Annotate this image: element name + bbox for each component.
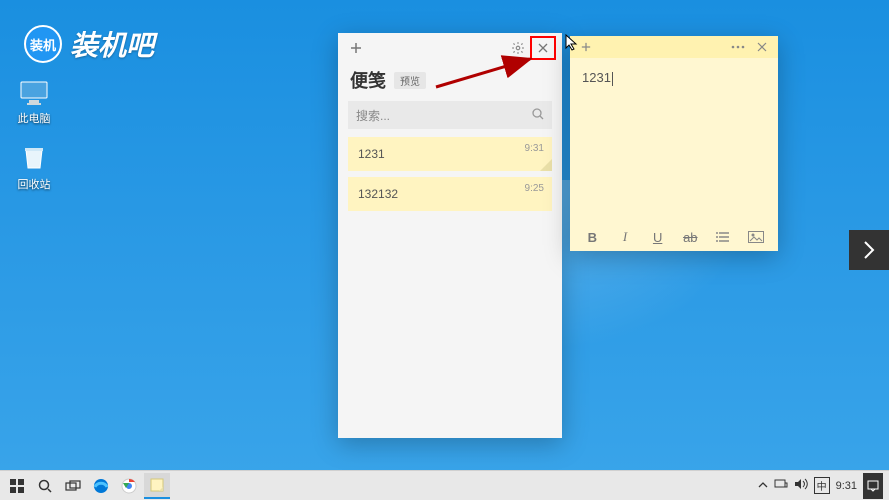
- taskbar-app-edge[interactable]: [88, 473, 114, 499]
- desktop-icon-label: 回收站: [18, 179, 51, 191]
- recycle-bin-icon: [20, 144, 48, 172]
- desktop: 装机 装机吧 此电脑 回收站 便笺 预览: [0, 0, 889, 500]
- more-menu-button[interactable]: [726, 35, 750, 59]
- gear-icon: [511, 41, 525, 55]
- note-list-item[interactable]: 9:31 1231: [348, 137, 552, 171]
- note-time: 9:25: [525, 183, 544, 194]
- sticky-editor-titlebar: [570, 36, 778, 58]
- sticky-list-titlebar: [338, 33, 562, 63]
- edge-icon: [93, 478, 109, 494]
- action-center-button[interactable]: [863, 473, 883, 499]
- note-fold-icon: [540, 159, 552, 171]
- sticky-list-title: 便笺: [350, 67, 386, 93]
- sticky-notes-icon: [150, 478, 164, 492]
- underline-button[interactable]: U: [647, 227, 669, 247]
- brand-badge: 装机: [24, 25, 62, 63]
- more-icon: [731, 45, 745, 49]
- chevron-right-icon: [862, 240, 876, 260]
- brand-text: 装机吧: [70, 24, 154, 64]
- new-note-button[interactable]: [344, 36, 368, 60]
- search-icon: [532, 108, 544, 123]
- notification-icon: [867, 480, 879, 492]
- taskbar-app-chrome[interactable]: [116, 473, 142, 499]
- task-view-icon: [65, 480, 81, 492]
- note-text: 132132: [358, 187, 398, 201]
- close-icon: [538, 43, 548, 53]
- note-list-item[interactable]: 9:25 132132: [348, 177, 552, 211]
- tray-clock[interactable]: 9:31: [836, 480, 857, 492]
- format-toolbar: B I U ab: [570, 223, 778, 251]
- search-icon: [38, 479, 52, 493]
- plus-icon: [350, 42, 362, 54]
- desktop-icon-recycle-bin[interactable]: 回收站: [14, 144, 54, 192]
- bold-button[interactable]: B: [581, 227, 603, 247]
- strikethrough-button[interactable]: ab: [679, 227, 701, 247]
- desktop-icon-this-pc[interactable]: 此电脑: [14, 80, 54, 126]
- tray-network-icon[interactable]: [774, 478, 788, 493]
- start-button[interactable]: [4, 473, 30, 499]
- taskbar: 中 9:31: [0, 470, 889, 500]
- list-icon: [716, 231, 730, 243]
- search-placeholder: 搜索...: [356, 107, 390, 124]
- tray-chevron-icon[interactable]: [758, 480, 768, 492]
- tray-volume-icon[interactable]: [794, 478, 808, 493]
- desktop-icon-label: 此电脑: [18, 113, 51, 125]
- new-note-button[interactable]: [574, 35, 598, 59]
- search-input[interactable]: 搜索...: [348, 101, 552, 129]
- brand-logo: 装机 装机吧: [24, 24, 154, 64]
- next-slide-button[interactable]: [849, 230, 889, 270]
- windows-icon: [10, 479, 24, 493]
- close-icon: [757, 42, 767, 52]
- this-pc-icon: [19, 80, 49, 106]
- note-content: 1231: [582, 70, 611, 85]
- sticky-note-editor-window: 1231 B I U ab: [570, 36, 778, 251]
- note-editor-textarea[interactable]: 1231: [570, 58, 778, 223]
- search-button[interactable]: [32, 473, 58, 499]
- preview-chip: 预览: [394, 72, 426, 89]
- image-button[interactable]: [745, 227, 767, 247]
- taskbar-app-sticky-notes[interactable]: [144, 473, 170, 499]
- settings-button[interactable]: [506, 36, 530, 60]
- task-view-button[interactable]: [60, 473, 86, 499]
- plus-icon: [581, 42, 591, 52]
- note-text: 1231: [358, 147, 385, 161]
- close-button[interactable]: [750, 35, 774, 59]
- list-button[interactable]: [712, 227, 734, 247]
- text-caret: [612, 72, 613, 86]
- chrome-icon: [121, 478, 137, 494]
- image-icon: [748, 231, 764, 243]
- tray-ime-icon[interactable]: 中: [814, 477, 830, 494]
- italic-button[interactable]: I: [614, 227, 636, 247]
- close-button[interactable]: [530, 36, 556, 60]
- note-time: 9:31: [525, 143, 544, 154]
- sticky-notes-list-window: 便笺 预览 搜索... 9:31 1231 9:25 132132: [338, 33, 562, 438]
